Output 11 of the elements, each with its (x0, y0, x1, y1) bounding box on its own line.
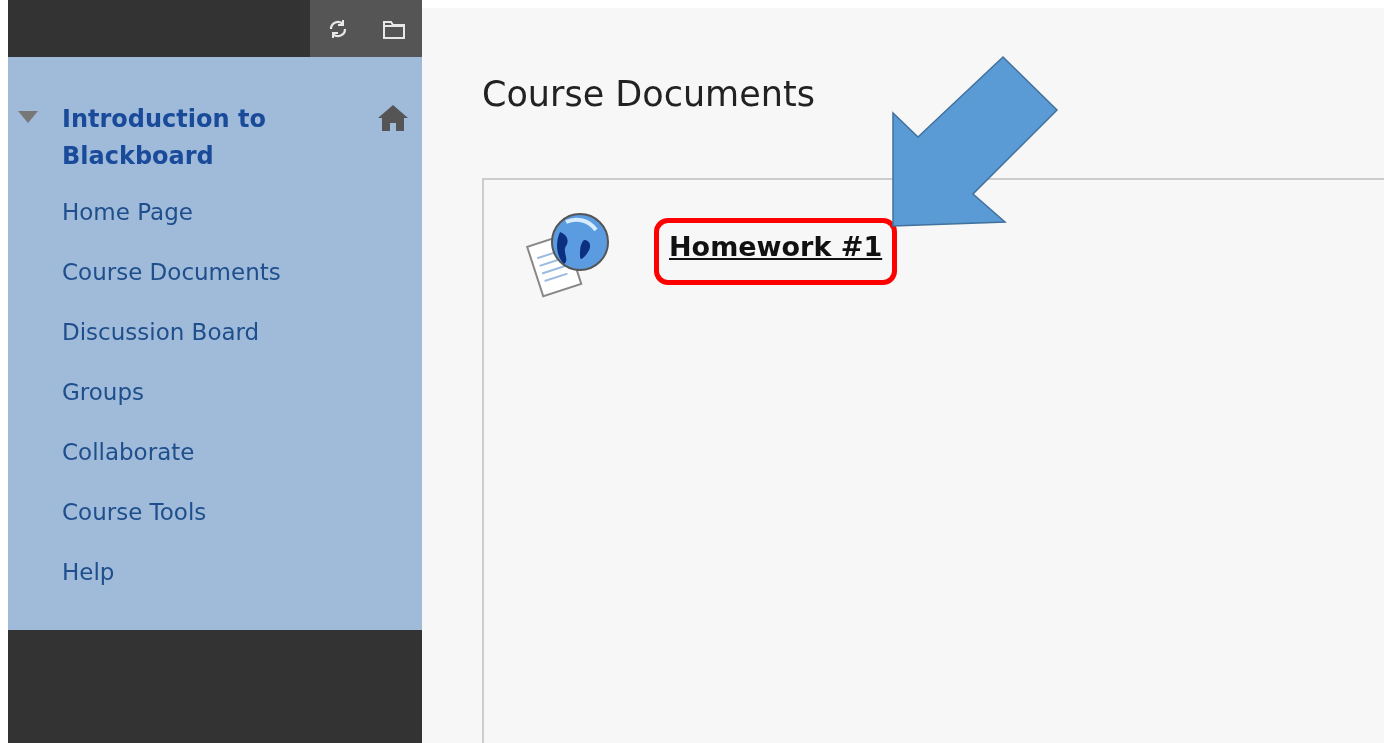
sidebar-menu-link[interactable]: Home Page (62, 182, 422, 242)
sidebar-menu-link[interactable]: Course Documents (62, 242, 422, 302)
sidebar-menu-link[interactable]: Course Tools (62, 482, 422, 542)
course-title-link[interactable]: Introduction to Blackboard (62, 101, 378, 175)
sidebar-menu-link[interactable]: Discussion Board (62, 302, 422, 362)
page-title: Course Documents (482, 74, 816, 114)
homework-link[interactable]: Homework #1 (654, 218, 898, 285)
sidebar-menu-link[interactable]: Groups (62, 362, 422, 422)
sidebar-menu-link[interactable]: Help (62, 542, 422, 602)
sidebar-menu-link[interactable]: Collaborate (62, 422, 422, 482)
home-icon[interactable] (378, 105, 408, 131)
